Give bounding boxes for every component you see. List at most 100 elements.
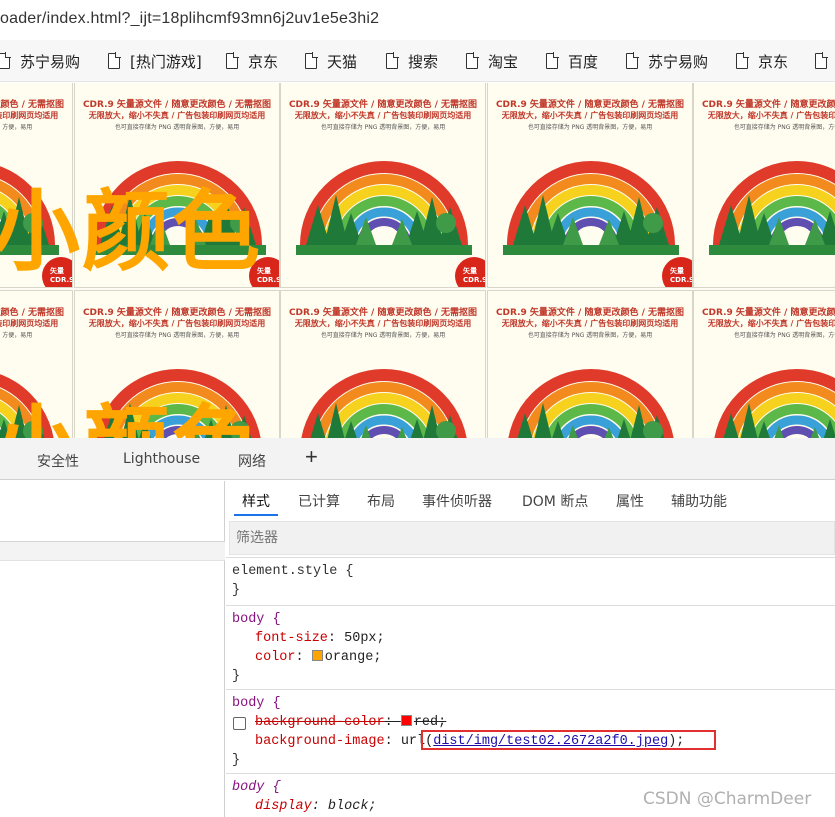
tab-styles[interactable]: 样式 bbox=[242, 491, 270, 511]
tile-subline: 无限放大，缩小不失真 / 广告包装印刷网页均适用 bbox=[88, 319, 266, 328]
page-icon bbox=[226, 52, 239, 69]
property-toggle-checkbox[interactable] bbox=[233, 717, 246, 730]
property-name[interactable]: color bbox=[255, 650, 296, 665]
rainbow-illustration bbox=[709, 161, 835, 255]
page-icon bbox=[546, 52, 559, 69]
tile-subline: 无限放大，缩小不失真 / 广告包装印刷网页均适用 bbox=[707, 111, 835, 120]
address-bar[interactable]: oader/index.html?_ijt=18plihcmf93mn6j2uv… bbox=[0, 0, 835, 40]
property-value[interactable]: 50px bbox=[344, 631, 376, 646]
page-big-text: 小颜色 bbox=[0, 180, 263, 283]
background-tile: CDR.9 矢量源文件 / 随意更改颜色 / 无需抠图无限放大，缩小不失真 / … bbox=[487, 83, 693, 288]
bookmark-item[interactable] bbox=[815, 50, 835, 72]
rule-element-style: element.style { } bbox=[226, 557, 835, 605]
bookmark-label: 搜索 bbox=[408, 52, 439, 71]
tab-dom-breakpoints[interactable]: DOM 断点 bbox=[522, 491, 588, 511]
bookmark-label: 淘宝 bbox=[488, 52, 519, 71]
rule-selector[interactable]: body { bbox=[232, 696, 281, 711]
rule-selector[interactable]: body { bbox=[232, 612, 281, 627]
page-icon bbox=[0, 52, 11, 69]
url-text[interactable]: oader/index.html?_ijt=18plihcmf93mn6j2uv… bbox=[0, 10, 379, 28]
rainbow-illustration bbox=[508, 369, 674, 438]
bookmark-item[interactable]: 苏宁易购 bbox=[0, 50, 80, 72]
bookmark-label: 天猫 bbox=[327, 52, 358, 71]
property-name[interactable]: display bbox=[255, 799, 312, 814]
bookmark-item[interactable]: 京东 bbox=[736, 50, 788, 72]
bookmark-item[interactable]: [热门游戏] bbox=[108, 50, 202, 72]
tile-headline: CDR.9 矢量源文件 / 随意更改颜色 / 无需抠图 bbox=[495, 100, 685, 110]
page-big-text: 小颜色 bbox=[0, 403, 262, 439]
property-value[interactable]: red bbox=[414, 715, 438, 730]
tile-headline: CDR.9 矢量源文件 / 随意更改颜色 / 无需抠图 bbox=[701, 308, 835, 318]
watermark: CSDN @CharmDeer bbox=[643, 789, 812, 809]
rainbow-illustration bbox=[296, 161, 472, 255]
rainbow-illustration bbox=[301, 369, 467, 438]
elements-pane[interactable] bbox=[0, 481, 225, 817]
tile-caption: 也可直接存储为 PNG 透明背景图，方便，易用 bbox=[320, 124, 446, 131]
page-icon bbox=[626, 52, 639, 69]
tile-subline: 无限放大，缩小不失真 / 广告包装印刷网页均适用 bbox=[0, 319, 59, 328]
tab-accessibility[interactable]: 辅助功能 bbox=[671, 491, 727, 511]
bookmark-item[interactable]: 苏宁易购 bbox=[626, 50, 708, 72]
tile-caption: 也可直接存储为 PNG 透明背景图，方便，易用 bbox=[527, 124, 653, 131]
rule-close-brace: } bbox=[232, 753, 241, 768]
filter-input[interactable] bbox=[236, 530, 536, 546]
bookmark-item[interactable]: 淘宝 bbox=[466, 50, 518, 72]
tab-computed[interactable]: 已计算 bbox=[298, 491, 340, 511]
tile-caption: 也可直接存储为 PNG 透明背景图，方便，易用 bbox=[733, 124, 835, 131]
page-icon bbox=[736, 52, 749, 69]
tile-caption: 也可直接存储为 PNG 透明背景图，方便，易用 bbox=[114, 332, 240, 339]
bookmark-label: 京东 bbox=[758, 52, 789, 71]
property-value[interactable]: block; bbox=[328, 799, 377, 814]
vector-stamp: 矢量 CDR.9 bbox=[455, 257, 485, 287]
filter-bar bbox=[229, 521, 835, 555]
tab-network[interactable]: 网络 bbox=[238, 451, 266, 471]
devtools-tabbar: 安全性 Lighthouse 网络 + bbox=[0, 438, 835, 480]
property-value[interactable]: orange bbox=[325, 650, 374, 665]
bookmark-item[interactable]: 搜索 bbox=[386, 50, 438, 72]
rule-selector[interactable]: element.style { bbox=[232, 564, 354, 579]
bookmark-item[interactable]: 天猫 bbox=[305, 50, 357, 72]
page-icon bbox=[466, 52, 479, 69]
background-tile: CDR.9 矢量源文件 / 随意更改颜色 / 无需抠图无限放大，缩小不失真 / … bbox=[280, 290, 486, 438]
rule-body-1: body { font-size: 50px; color: orange; } bbox=[226, 605, 835, 689]
add-tab-icon[interactable]: + bbox=[305, 446, 318, 468]
background-tile: CDR.9 矢量源文件 / 随意更改颜色 / 无需抠图无限放大，缩小不失真 / … bbox=[693, 290, 835, 438]
page-viewport[interactable]: CDR.9 矢量源文件 / 随意更改颜色 / 无需抠图无限放大，缩小不失真 / … bbox=[0, 83, 835, 438]
page-icon bbox=[386, 52, 399, 69]
pane-divider bbox=[0, 541, 225, 561]
tile-subline: 无限放大，缩小不失真 / 广告包装印刷网页均适用 bbox=[294, 111, 472, 120]
rule-selector[interactable]: body { bbox=[232, 780, 281, 795]
bookmark-item[interactable]: 百度 bbox=[546, 50, 598, 72]
tile-subline: 无限放大，缩小不失真 / 广告包装印刷网页均适用 bbox=[294, 319, 472, 328]
tab-lighthouse[interactable]: Lighthouse bbox=[123, 451, 200, 467]
tile-subline: 无限放大，缩小不失真 / 广告包装印刷网页均适用 bbox=[501, 319, 679, 328]
tab-layout[interactable]: 布局 bbox=[367, 491, 395, 511]
tab-properties[interactable]: 属性 bbox=[616, 491, 644, 511]
tile-headline: CDR.9 矢量源文件 / 随意更改颜色 / 无需抠图 bbox=[82, 308, 272, 318]
tile-subline: 无限放大，缩小不失真 / 广告包装印刷网页均适用 bbox=[501, 111, 679, 120]
tile-headline: CDR.9 矢量源文件 / 随意更改颜色 / 无需抠图 bbox=[288, 308, 478, 318]
tile-caption: 也可直接存储为 PNG 透明背景图，方便，易用 bbox=[320, 332, 446, 339]
tile-headline: CDR.9 矢量源文件 / 随意更改颜色 / 无需抠图 bbox=[0, 100, 65, 110]
page-icon bbox=[108, 52, 121, 69]
bookmark-label: [热门游戏] bbox=[130, 52, 202, 71]
property-name[interactable]: background-color bbox=[255, 715, 385, 730]
tile-caption: 也可直接存储为 PNG 透明背景图，方便，易用 bbox=[527, 332, 653, 339]
tab-security[interactable]: 安全性 bbox=[37, 451, 79, 471]
bookmark-label: 苏宁易购 bbox=[20, 52, 81, 71]
tile-subline: 无限放大，缩小不失真 / 广告包装印刷网页均适用 bbox=[0, 111, 59, 120]
tile-headline: CDR.9 矢量源文件 / 随意更改颜色 / 无需抠图 bbox=[0, 308, 65, 318]
page-icon bbox=[815, 52, 828, 69]
tile-subline: 无限放大，缩小不失真 / 广告包装印刷网页均适用 bbox=[707, 319, 835, 328]
tile-headline: CDR.9 矢量源文件 / 随意更改颜色 / 无需抠图 bbox=[288, 100, 478, 110]
background-tile: CDR.9 矢量源文件 / 随意更改颜色 / 无需抠图无限放大，缩小不失真 / … bbox=[693, 83, 835, 288]
background-tile: CDR.9 矢量源文件 / 随意更改颜色 / 无需抠图无限放大，缩小不失真 / … bbox=[487, 290, 693, 438]
property-name[interactable]: font-size bbox=[255, 631, 328, 646]
bookmark-label: 苏宁易购 bbox=[648, 52, 709, 71]
color-swatch[interactable] bbox=[400, 715, 412, 726]
bookmark-item[interactable]: 京东 bbox=[226, 50, 278, 72]
property-name[interactable]: background-image bbox=[255, 734, 385, 749]
color-swatch[interactable] bbox=[311, 650, 323, 661]
tab-event-listeners[interactable]: 事件侦听器 bbox=[422, 491, 492, 511]
bookmarks-bar: 苏宁易购 [热门游戏] 京东 天猫 搜索 淘宝 百度 苏宁易购 京东 bbox=[0, 40, 835, 82]
